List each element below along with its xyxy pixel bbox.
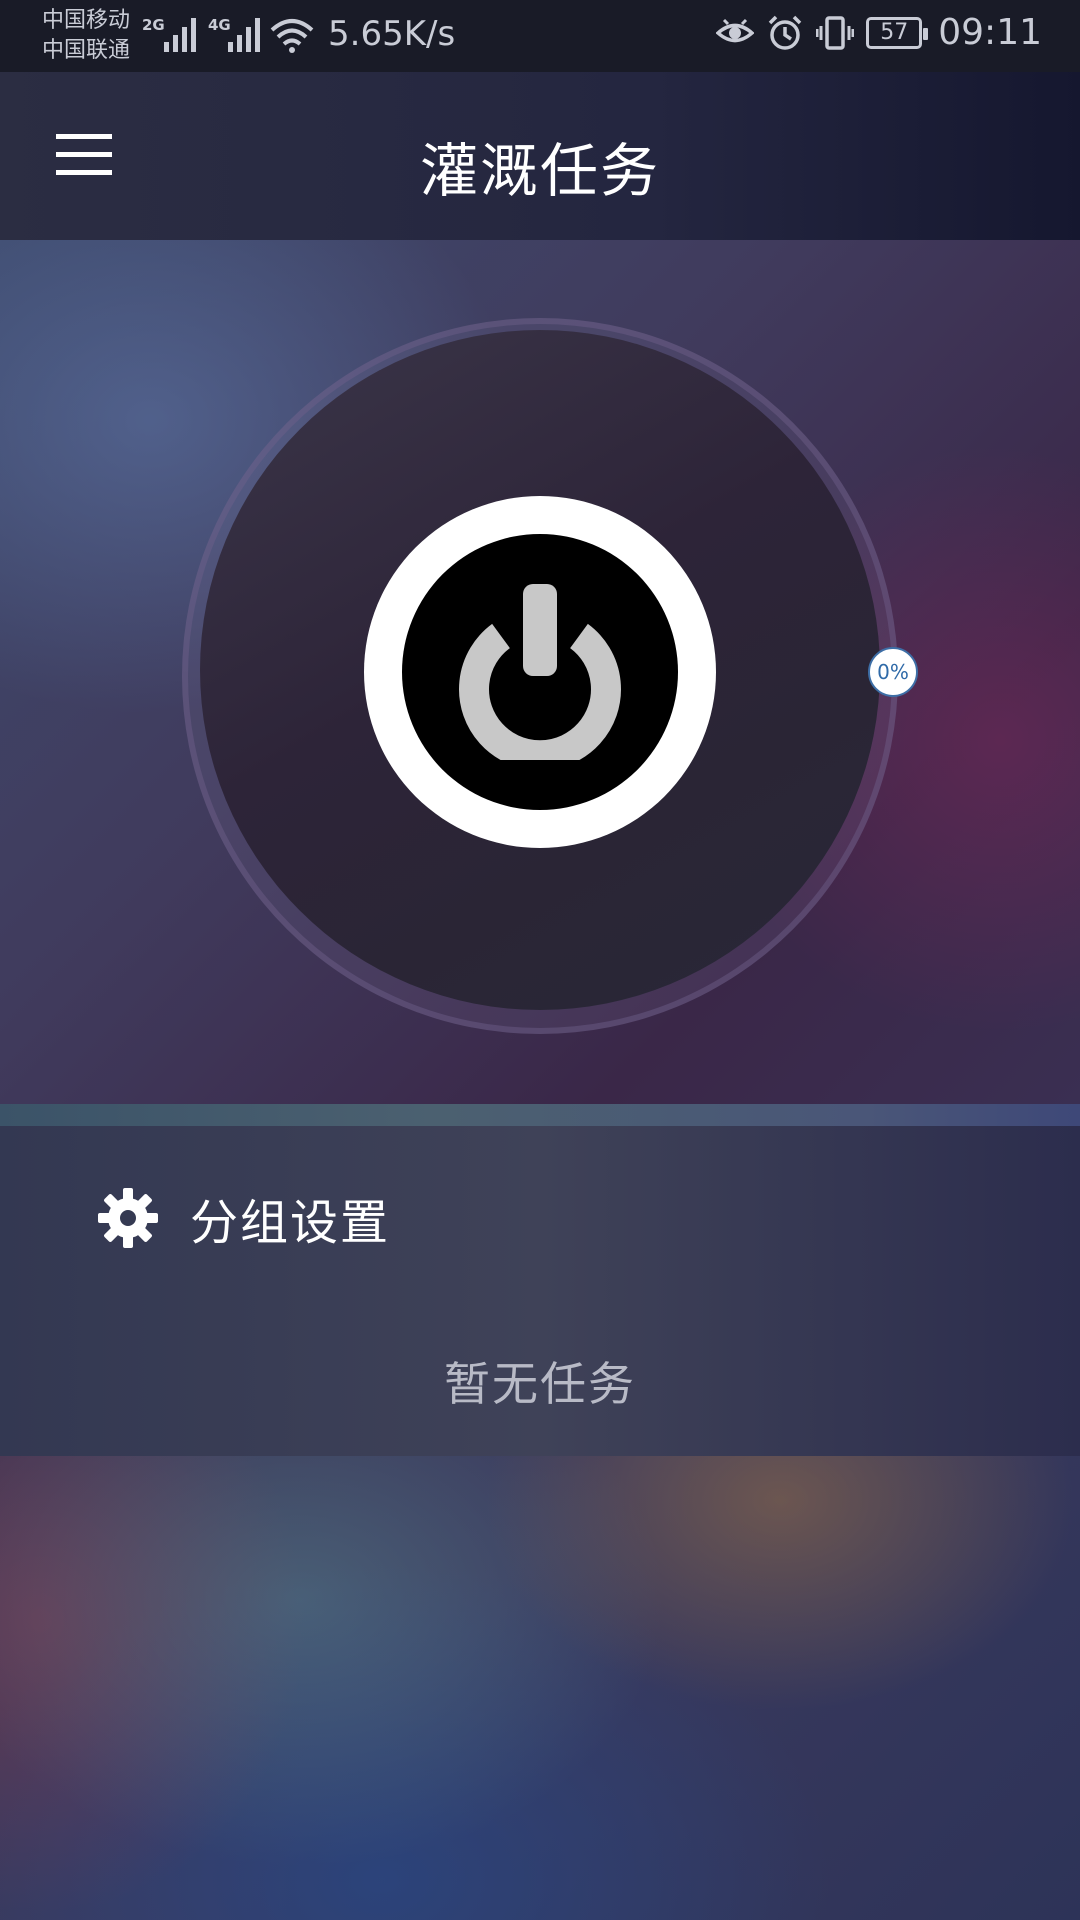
power-button-core <box>402 534 678 810</box>
network-speed: 5.65K/s <box>328 14 456 54</box>
vibrate-icon <box>816 15 855 50</box>
page-title: 灌溉任务 <box>419 137 660 205</box>
group-settings-button[interactable]: 分组设置 <box>96 1178 390 1258</box>
battery-indicator: 57 <box>866 16 929 49</box>
eye-icon <box>716 18 755 42</box>
status-icons: 57 09:11 <box>716 12 1042 53</box>
clock: 09:11 <box>938 12 1042 53</box>
carrier-2: 中国联通 <box>42 38 131 63</box>
gear-icon <box>98 1188 158 1248</box>
empty-tasks-text: 暂无任务 <box>444 1357 636 1411</box>
controller-panel: 0% <box>0 240 1080 1104</box>
signal-strength-2-icon: 4G <box>208 16 260 52</box>
network-type-2: 4G <box>208 16 231 34</box>
carrier-1: 中国移动 <box>42 8 131 33</box>
divider <box>0 1104 1080 1126</box>
app-bar: 灌溉任务 <box>0 72 1080 240</box>
wifi-icon <box>270 19 314 53</box>
power-icon <box>459 584 621 760</box>
signal-strength-1-icon: 2G <box>142 16 196 52</box>
task-panel: 分组设置 暂无任务 <box>0 1126 1080 1456</box>
alarm-icon <box>769 15 802 50</box>
carrier-info: 中国移动 中国联通 <box>42 6 130 66</box>
network-type-1: 2G <box>142 16 165 34</box>
group-settings-label: 分组设置 <box>190 1195 391 1251</box>
power-button[interactable] <box>364 496 716 848</box>
progress-badge: 0% <box>868 647 918 697</box>
status-bar: 中国移动 中国联通 2G 4G 5.65K/s 57 09:11 <box>0 0 1080 72</box>
